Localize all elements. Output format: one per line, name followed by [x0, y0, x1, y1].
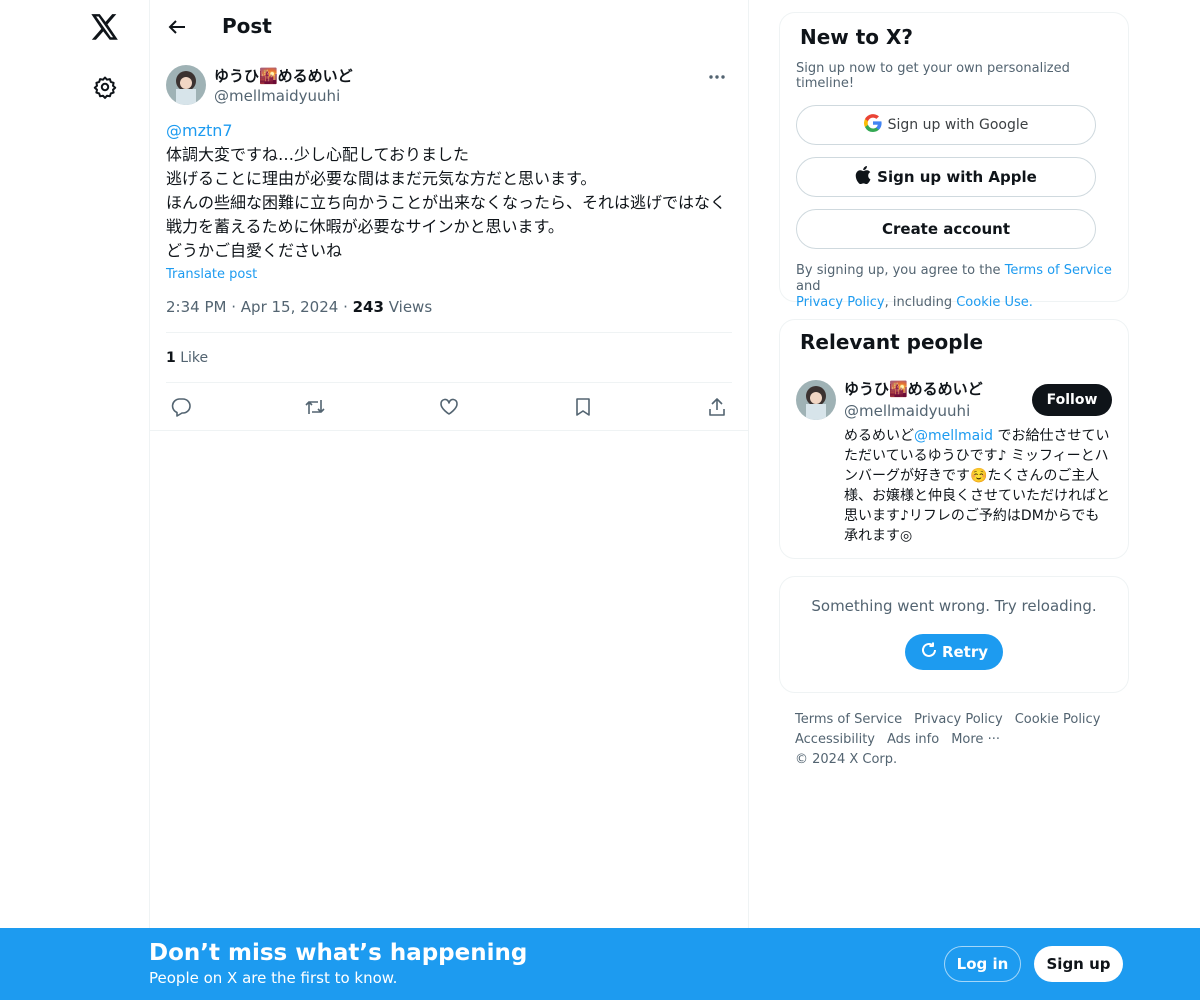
likes-row[interactable]: 1 Like [166, 333, 732, 383]
signup-button[interactable]: Sign up [1034, 946, 1123, 982]
signup-apple-button[interactable]: Sign up with Apple [796, 157, 1096, 197]
mention-link[interactable]: @mztn7 [166, 121, 233, 140]
legal-including: , including [884, 295, 957, 310]
google-icon [863, 114, 882, 136]
signup-apple-label: Sign up with Apple [877, 168, 1037, 186]
apple-icon [855, 166, 871, 188]
post-date[interactable]: Apr 15, 2024 [241, 298, 339, 316]
views-count: 243 [352, 298, 384, 316]
cookie-link[interactable]: Cookie Use. [956, 295, 1033, 310]
error-message: Something went wrong. Try reloading. [811, 597, 1097, 615]
relevant-person-name[interactable]: ゆうひ🌇めるめいど [844, 378, 983, 399]
post-meta: 2:34 PM · Apr 15, 2024 · 243 Views [166, 282, 732, 333]
footer-link[interactable]: Terms of Service [795, 710, 902, 730]
avatar[interactable] [796, 380, 836, 420]
refresh-icon [920, 641, 938, 663]
views-label: Views [388, 298, 433, 316]
post-text: @mztn7 体調大変ですね…少し心配しておりました 逃げることに理由が必要な間… [166, 117, 732, 263]
separator: · [343, 298, 353, 316]
post-actions [166, 383, 732, 430]
legal-prefix: By signing up, you agree to the [796, 263, 1005, 278]
signup-google-label: Sign up with Google [887, 117, 1029, 133]
legal-and: and [796, 279, 821, 294]
footer-link[interactable]: Ads info [887, 730, 939, 750]
relevant-person-handle[interactable]: @mellmaidyuuhi [844, 402, 970, 420]
left-nav [0, 0, 150, 1000]
like-icon[interactable] [438, 396, 460, 418]
relevant-people-title: Relevant people [800, 330, 984, 354]
post-author: ゆうひ🌇めるめいど @mellmaidyuuhi [166, 53, 732, 117]
author-handle[interactable]: @mellmaidyuuhi [214, 87, 340, 105]
likes-label: Like [180, 350, 209, 366]
signup-card: New to X? Sign up now to get your own pe… [779, 12, 1129, 310]
main-column: Post ゆうひ🌇めるめいど @mellmaidyuuhi @mztn7 体調大… [149, 0, 749, 1000]
page-title: Post [222, 14, 272, 38]
signup-card-subtitle: Sign up now to get your own personalized… [796, 61, 1070, 91]
avatar[interactable] [166, 65, 206, 105]
bio-mention-link[interactable]: @mellmaid [914, 428, 993, 444]
terms-link[interactable]: Terms of Service [1005, 263, 1112, 278]
bottom-signup-bar: Don’t miss what’s happening People on X … [0, 928, 1200, 1000]
bookmark-icon[interactable] [572, 396, 594, 418]
right-sidebar: New to X? Sign up now to get your own pe… [779, 12, 1129, 770]
separator: · [231, 298, 241, 316]
more-icon[interactable] [702, 65, 732, 89]
login-button[interactable]: Log in [944, 946, 1021, 982]
bio-prefix: めるめいど [844, 428, 914, 444]
share-icon[interactable] [706, 396, 728, 418]
follow-button[interactable]: Follow [1032, 384, 1112, 416]
post-time[interactable]: 2:34 PM [166, 298, 226, 316]
post-body-text: 体調大変ですね…少し心配しておりました 逃げることに理由が必要な間はまだ元気な方… [166, 145, 727, 260]
footer-link[interactable]: More ··· [951, 730, 1000, 750]
retry-label: Retry [941, 643, 989, 661]
privacy-link[interactable]: Privacy Policy [796, 295, 885, 310]
x-logo-icon[interactable] [89, 11, 121, 43]
footer-link[interactable]: Accessibility [795, 730, 875, 750]
retry-button[interactable]: Retry [905, 634, 1003, 670]
bottom-bar-subtitle: People on X are the first to know. [149, 969, 398, 987]
footer-link[interactable]: Cookie Policy [1015, 710, 1101, 730]
copyright: © 2024 X Corp. [795, 752, 898, 767]
translate-post-link[interactable]: Translate post [166, 267, 257, 282]
top-bar: Post [150, 0, 748, 53]
likes-count: 1 [166, 350, 176, 366]
post: ゆうひ🌇めるめいど @mellmaidyuuhi @mztn7 体調大変ですね…… [150, 53, 748, 431]
gear-icon[interactable] [91, 73, 119, 101]
error-card: Something went wrong. Try reloading. Ret… [779, 576, 1129, 693]
reply-icon[interactable] [170, 396, 192, 418]
arrow-left-icon[interactable] [162, 12, 192, 42]
relevant-people-card: Relevant people ゆうひ🌇めるめいど @mellmaidyuuhi… [779, 319, 1129, 559]
create-account-button[interactable]: Create account [796, 209, 1096, 249]
repost-icon[interactable] [304, 396, 326, 418]
bottom-bar-title: Don’t miss what’s happening [149, 940, 528, 966]
footer-links: Terms of Service Privacy Policy Cookie Pol… [779, 710, 1129, 770]
author-display-name[interactable]: ゆうひ🌇めるめいど [214, 65, 353, 86]
signup-card-title: New to X? [800, 25, 914, 49]
bio-rest: でお給仕させていただいているゆうひです♪ ミッフィーとハンバーグが好きです☺️た… [844, 428, 1110, 544]
relevant-person-bio: めるめいど@mellmaid でお給仕させていただいているゆうひです♪ ミッフィ… [844, 426, 1112, 546]
footer-link[interactable]: Privacy Policy [914, 710, 1003, 730]
signup-google-button[interactable]: Sign up with Google [796, 105, 1096, 145]
signup-legal-text: By signing up, you agree to the Terms of… [796, 263, 1112, 311]
